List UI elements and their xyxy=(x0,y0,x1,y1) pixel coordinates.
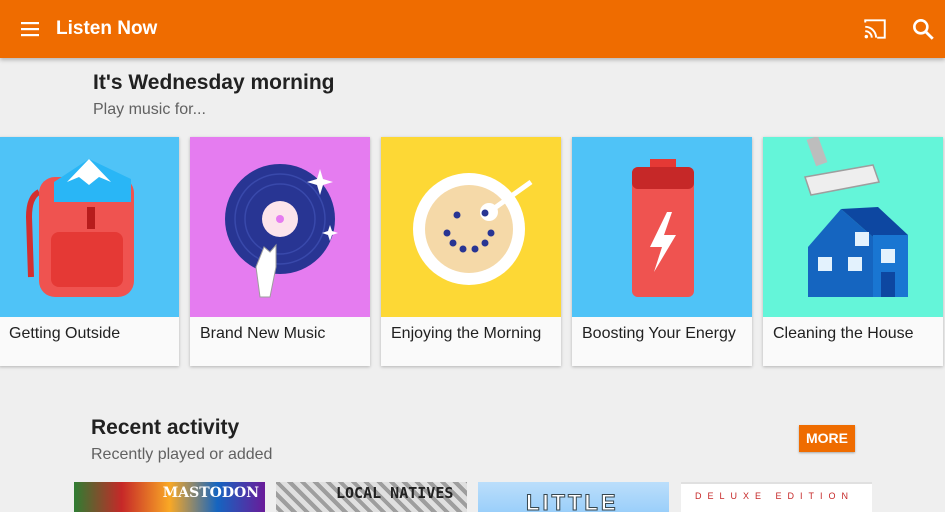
vinyl-record-icon xyxy=(190,137,370,317)
album-cover-text: DELUXE EDITION xyxy=(695,491,855,501)
activity-label: Brand New Music xyxy=(200,325,326,342)
app-bar: Listen Now xyxy=(0,0,945,58)
cereal-bowl-icon xyxy=(381,137,561,317)
more-button[interactable]: MORE xyxy=(799,425,855,452)
battery-icon xyxy=(572,137,752,317)
recent-activity-subtitle: Recently played or added xyxy=(91,446,273,463)
activity-label: Boosting Your Energy xyxy=(582,325,736,342)
album-cover[interactable]: LOCAL NATIVES xyxy=(276,482,467,512)
activity-label: Enjoying the Morning xyxy=(391,325,542,342)
menu-icon[interactable] xyxy=(18,17,42,41)
cast-icon[interactable] xyxy=(862,16,888,42)
album-cover-text: MASTODON xyxy=(162,485,259,501)
activity-card-enjoying-the-morning[interactable]: Enjoying the Morning xyxy=(381,137,561,366)
album-cover[interactable]: MASTODON xyxy=(74,482,265,512)
page-title: Listen Now xyxy=(56,18,158,39)
album-cover[interactable]: DELUXE EDITION xyxy=(681,482,872,512)
recent-activity-title: Recent activity xyxy=(91,416,240,439)
house-vacuum-icon xyxy=(763,137,943,317)
backpack-icon xyxy=(0,137,179,317)
activity-card-boosting-your-energy[interactable]: Boosting Your Energy xyxy=(572,137,752,366)
greeting-title: It's Wednesday morning xyxy=(93,71,335,94)
activity-card-brand-new-music[interactable]: Brand New Music xyxy=(190,137,370,366)
activity-card-cleaning-the-house[interactable]: Cleaning the House xyxy=(763,137,943,366)
activity-label: Getting Outside xyxy=(9,325,121,342)
activity-card-getting-outside[interactable]: Getting Outside xyxy=(0,137,179,366)
search-icon[interactable] xyxy=(910,16,936,42)
album-cover-text: LOCAL NATIVES xyxy=(336,484,454,502)
greeting-subtitle: Play music for... xyxy=(93,101,206,118)
activity-label: Cleaning the House xyxy=(773,325,914,342)
album-cover-text: LITTLE xyxy=(526,490,619,512)
album-cover[interactable]: LITTLE xyxy=(478,482,669,512)
